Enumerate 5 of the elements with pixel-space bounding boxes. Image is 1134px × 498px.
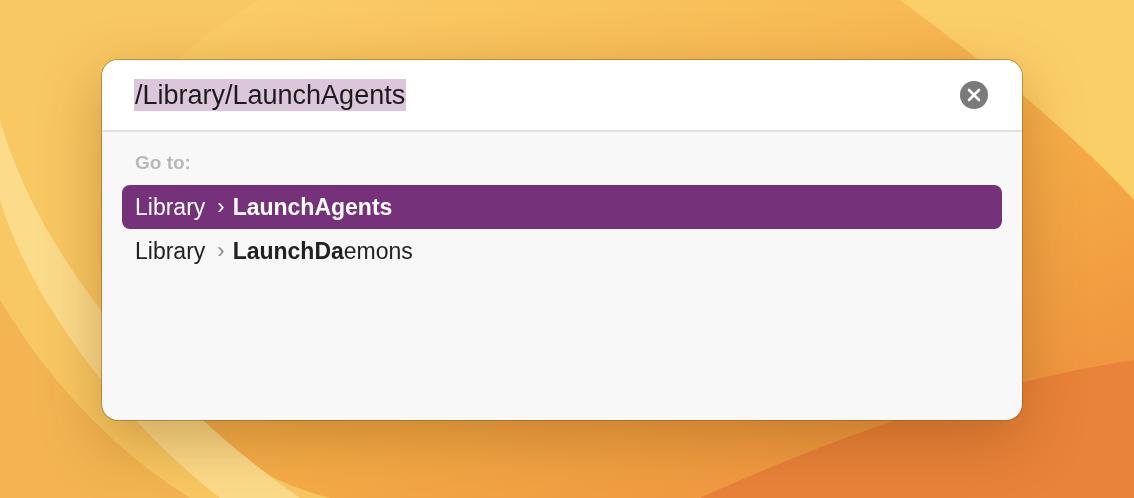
result-item[interactable]: Library › LaunchAgents [122, 185, 1002, 229]
result-item[interactable]: Library › LaunchDaemons [122, 229, 1002, 273]
section-label: Go to: [134, 152, 192, 174]
clear-button[interactable] [960, 81, 988, 109]
close-icon [960, 81, 988, 109]
